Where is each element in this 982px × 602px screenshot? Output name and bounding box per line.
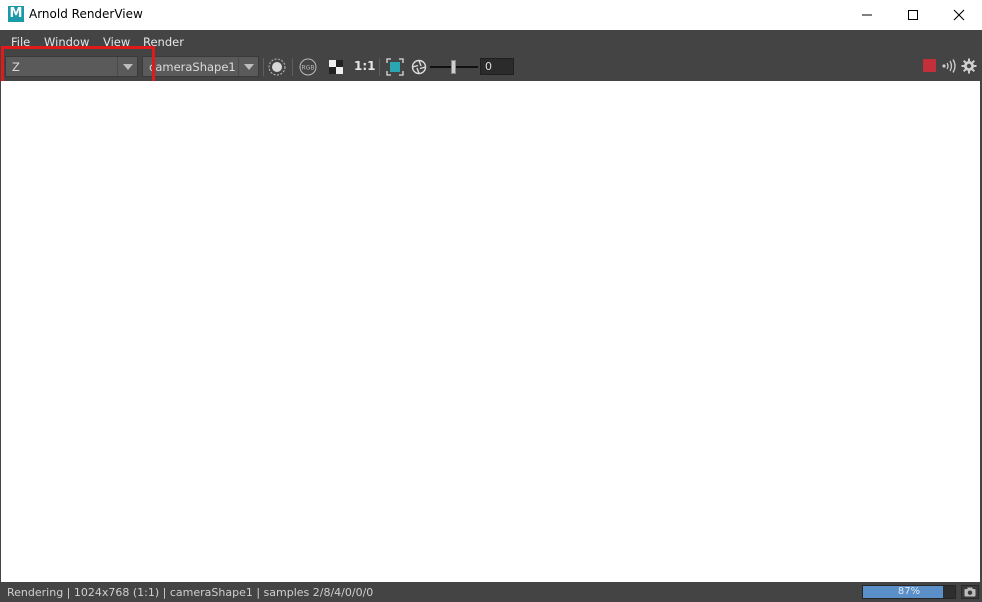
exposure-input[interactable]: 0 (480, 58, 514, 75)
render-progress-bar: 87% (862, 585, 956, 599)
maya-app-icon: M (8, 6, 24, 22)
contrast-button[interactable] (325, 56, 347, 77)
status-text: Rendering | 1024x768 (1:1) | cameraShape… (7, 586, 374, 599)
gear-icon (961, 58, 977, 74)
snapshot-sphere-button[interactable] (266, 56, 288, 77)
frame-region-button[interactable] (384, 56, 406, 77)
menu-file[interactable]: File (11, 35, 30, 49)
status-bar: Rendering | 1024x768 (1:1) | cameraShape… (0, 582, 982, 602)
toolbar: Z cameraShape1 RGB 1:1 0 (0, 52, 982, 81)
toolbar-separator (379, 58, 380, 76)
render-viewport[interactable] (1, 81, 980, 582)
progress-label: 87% (897, 586, 921, 597)
snapshot-sphere-icon (268, 58, 286, 75)
title-bar: M Arnold RenderView (0, 0, 982, 30)
window-title: Arnold RenderView (29, 7, 143, 21)
menu-bar: File Window View Render (0, 30, 982, 52)
minimize-icon (862, 14, 872, 16)
exposure-button[interactable] (408, 56, 430, 77)
toolbar-separator (292, 58, 293, 76)
exposure-icon (411, 59, 427, 74)
minimize-button[interactable] (844, 0, 890, 30)
svg-text:RGB: RGB (302, 64, 315, 71)
snapshot-button[interactable] (961, 585, 979, 599)
aov-dropdown[interactable]: Z (5, 56, 138, 77)
close-icon (953, 9, 965, 21)
dropdown-arrow-icon[interactable] (117, 57, 137, 76)
contrast-icon (329, 59, 343, 74)
maximize-button[interactable] (890, 0, 936, 30)
zoom-ratio-button[interactable]: 1:1 (354, 59, 376, 73)
camera-value: cameraShape1 (149, 60, 236, 74)
ipr-button[interactable] (940, 56, 958, 76)
toolbar-separator (263, 58, 264, 76)
menu-render[interactable]: Render (143, 35, 184, 49)
camera-icon (964, 587, 976, 597)
rgb-channel-icon: RGB (299, 58, 317, 75)
ipr-icon (942, 59, 956, 73)
frame-region-icon (386, 57, 404, 76)
menu-view[interactable]: View (103, 35, 130, 49)
aov-value: Z (12, 60, 20, 74)
settings-button[interactable] (960, 56, 978, 76)
camera-dropdown[interactable]: cameraShape1 (142, 56, 259, 77)
dropdown-arrow-icon[interactable] (238, 57, 258, 76)
menu-window[interactable]: Window (44, 35, 89, 49)
maximize-icon (908, 10, 918, 20)
exposure-slider-handle[interactable] (451, 60, 456, 74)
rgb-channel-button[interactable]: RGB (297, 56, 319, 77)
close-button[interactable] (936, 0, 982, 30)
stop-icon[interactable] (923, 59, 936, 72)
